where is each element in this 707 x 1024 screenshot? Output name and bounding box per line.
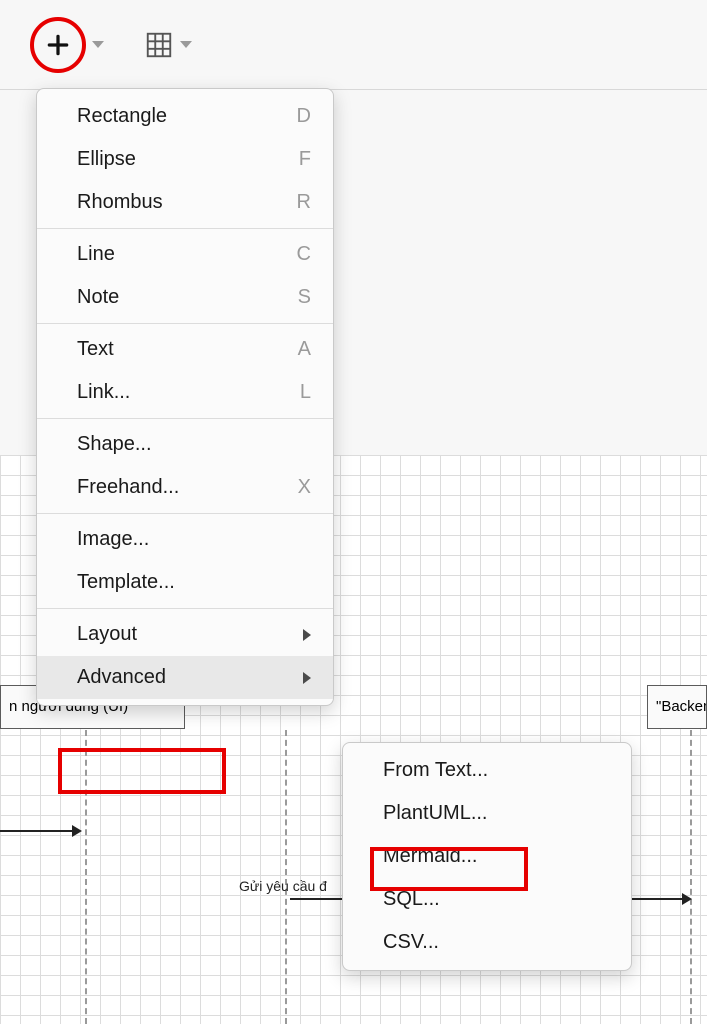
menu-separator	[37, 323, 333, 324]
menu-item-layout[interactable]: Layout	[37, 613, 333, 656]
menu-label: Freehand...	[77, 476, 179, 499]
menu-item-ellipse[interactable]: Ellipse F	[37, 138, 333, 181]
menu-separator	[37, 228, 333, 229]
menu-item-text[interactable]: Text A	[37, 328, 333, 371]
menu-label: Ellipse	[77, 148, 136, 171]
menu-label: Template...	[77, 571, 175, 594]
add-shape-button[interactable]	[30, 17, 104, 73]
menu-shortcut: D	[297, 105, 311, 128]
menu-label: Image...	[77, 528, 149, 551]
menu-label: Line	[77, 243, 115, 266]
menu-item-rhombus[interactable]: Rhombus R	[37, 181, 333, 224]
menu-label: CSV...	[383, 931, 439, 954]
menu-item-advanced[interactable]: Advanced	[37, 656, 333, 699]
menu-shortcut: X	[298, 476, 311, 499]
menu-label: Rhombus	[77, 191, 163, 214]
menu-label: Layout	[77, 623, 137, 646]
menu-item-template[interactable]: Template...	[37, 561, 333, 604]
submenu-item-fromtext[interactable]: From Text...	[343, 749, 631, 792]
annotation-highlight	[370, 847, 528, 891]
grid-dropdown-button[interactable]	[144, 30, 192, 60]
menu-item-link[interactable]: Link... L	[37, 371, 333, 414]
arrow-label: Gửi yêu cầu đ	[239, 878, 339, 894]
chevron-right-icon	[303, 672, 311, 684]
lifeline	[690, 730, 692, 1024]
menu-shortcut: R	[297, 191, 311, 214]
annotation-highlight	[58, 748, 226, 794]
menu-separator	[37, 608, 333, 609]
menu-item-rectangle[interactable]: Rectangle D	[37, 95, 333, 138]
menu-shortcut: C	[297, 243, 311, 266]
menu-label: Rectangle	[77, 105, 167, 128]
chevron-down-icon	[92, 41, 104, 48]
menu-label: Link...	[77, 381, 130, 404]
menu-shortcut: A	[298, 338, 311, 361]
menu-label: Shape...	[77, 433, 152, 456]
menu-label: Advanced	[77, 666, 166, 689]
diagram-node[interactable]: "Backen	[647, 685, 707, 729]
menu-separator	[37, 418, 333, 419]
grid-icon	[144, 30, 174, 60]
menu-shortcut: S	[298, 286, 311, 309]
toolbar	[0, 0, 707, 90]
add-shape-menu: Rectangle D Ellipse F Rhombus R Line C N…	[36, 88, 334, 706]
menu-label: From Text...	[383, 759, 488, 782]
menu-item-freehand[interactable]: Freehand... X	[37, 466, 333, 509]
highlight-circle	[30, 17, 86, 73]
chevron-down-icon	[180, 41, 192, 48]
lifeline	[285, 730, 287, 1024]
chevron-right-icon	[303, 629, 311, 641]
plus-icon	[45, 32, 71, 58]
menu-label: Note	[77, 286, 119, 309]
menu-item-shape[interactable]: Shape...	[37, 423, 333, 466]
menu-label: Text	[77, 338, 114, 361]
menu-item-note[interactable]: Note S	[37, 276, 333, 319]
sequence-arrow[interactable]	[0, 830, 80, 832]
menu-item-image[interactable]: Image...	[37, 518, 333, 561]
menu-item-line[interactable]: Line C	[37, 233, 333, 276]
menu-shortcut: F	[299, 148, 311, 171]
menu-separator	[37, 513, 333, 514]
menu-shortcut: L	[300, 381, 311, 404]
menu-label: SQL...	[383, 888, 440, 911]
menu-label: PlantUML...	[383, 802, 487, 825]
submenu-item-csv[interactable]: CSV...	[343, 921, 631, 964]
submenu-item-plantuml[interactable]: PlantUML...	[343, 792, 631, 835]
